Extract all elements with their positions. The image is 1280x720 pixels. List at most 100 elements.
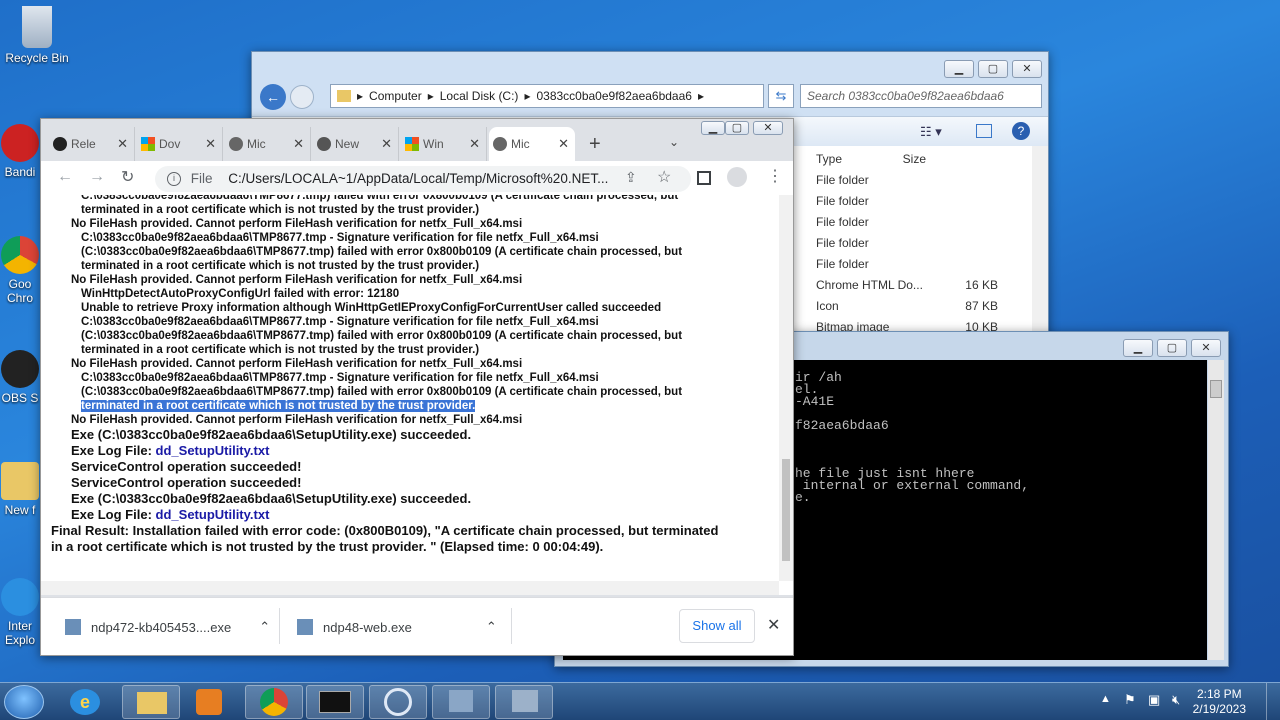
maximize-button[interactable]: ▢	[725, 121, 749, 135]
scrollbar[interactable]	[1032, 146, 1048, 340]
tab-windows[interactable]: Win ✕	[401, 127, 487, 161]
tab-search-icon[interactable]: ⌄	[669, 135, 679, 149]
type-column-header[interactable]: Type	[816, 152, 842, 166]
bandicam-desktop-icon[interactable]: Bandi	[0, 124, 40, 179]
minimize-button[interactable]: ▁	[1123, 339, 1153, 357]
minimize-button[interactable]: ▁	[701, 121, 725, 135]
list-item[interactable]: File folder	[816, 173, 1026, 187]
list-item[interactable]: File folder	[816, 257, 1026, 271]
log-line: (C:\0383cc0ba0e9f82aea6bdaa6\TMP8677.tmp…	[81, 386, 683, 398]
close-tab-icon[interactable]: ✕	[381, 136, 392, 152]
profile-avatar-icon[interactable]	[727, 167, 747, 187]
close-button[interactable]: ✕	[1012, 60, 1042, 78]
menu-icon[interactable]: ⋮	[767, 166, 783, 186]
close-tab-icon[interactable]: ✕	[293, 136, 304, 152]
scrollbar-thumb[interactable]	[1210, 380, 1222, 398]
close-button[interactable]: ✕	[753, 121, 783, 135]
tab-microsoft-active[interactable]: Mic ✕	[489, 127, 575, 161]
list-item[interactable]: File folder	[816, 215, 1026, 229]
log-line: No FileHash provided. Cannot perform Fil…	[71, 358, 523, 370]
ie-desktop-icon[interactable]: Inter Explo	[0, 578, 40, 647]
cmd-taskbar-button[interactable]	[306, 685, 364, 719]
list-item[interactable]: Chrome HTML Do... 16 KB	[816, 278, 1026, 292]
flag-icon[interactable]: ⚑	[1124, 692, 1136, 708]
list-item[interactable]: File folder	[816, 236, 1026, 250]
network-app-taskbar-button[interactable]	[432, 685, 490, 719]
explorer-taskbar-button[interactable]	[122, 685, 180, 719]
size-column-header[interactable]: Size	[903, 152, 926, 166]
side-panel-icon[interactable]	[697, 171, 711, 185]
back-icon[interactable]: ←	[57, 168, 73, 186]
address-bar[interactable]: ▸ Computer ▸ Local Disk (C:) ▸ 0383cc0ba…	[330, 84, 764, 108]
vertical-scrollbar[interactable]	[779, 195, 793, 581]
volume-muted-icon[interactable]: 🔇︎	[1172, 692, 1180, 708]
download-item[interactable]: ndp472-kb405453....exe ⌃	[65, 612, 270, 642]
show-desktop-button[interactable]	[1266, 683, 1280, 720]
close-tab-icon[interactable]: ✕	[205, 136, 216, 152]
chevron-up-icon[interactable]: ⌃	[486, 619, 497, 635]
tab-releases[interactable]: Rele ✕	[49, 127, 135, 161]
terminal-icon	[319, 691, 351, 713]
maximize-button[interactable]: ▢	[978, 60, 1008, 78]
close-tab-icon[interactable]: ✕	[469, 136, 480, 152]
exe-log-link[interactable]: dd_SetupUtility.txt	[156, 443, 270, 458]
show-all-button[interactable]: Show all	[679, 609, 755, 643]
download-filename: ndp472-kb405453....exe	[91, 619, 232, 635]
close-icon[interactable]: ✕	[767, 615, 780, 635]
selected-text[interactable]: terminated in a root certificate which i…	[81, 400, 476, 412]
ie-logo-icon	[1, 578, 39, 616]
reload-icon[interactable]: ↻	[121, 167, 134, 187]
installer-icon	[65, 619, 81, 635]
chevron-up-icon[interactable]: ⌃	[259, 619, 270, 635]
forward-button[interactable]	[290, 85, 314, 109]
new-folder-desktop-icon[interactable]: New f	[0, 462, 40, 517]
horizontal-scrollbar[interactable]	[41, 581, 779, 595]
forward-icon[interactable]: →	[89, 168, 105, 186]
search-input[interactable]: Search 0383cc0ba0e9f82aea6bdaa6	[800, 84, 1042, 108]
row-size: 87 KB	[965, 299, 998, 313]
recycle-bin-icon[interactable]: Recycle Bin	[0, 6, 74, 65]
chrome-desktop-icon[interactable]: Goo Chro	[0, 236, 40, 305]
start-button[interactable]	[4, 685, 44, 719]
new-tab-icon[interactable]: +	[589, 133, 601, 156]
back-button[interactable]: ←	[260, 84, 286, 110]
log-line: Unable to retrieve Proxy information alt…	[81, 302, 662, 314]
address-bar[interactable]: i File C:/Users/LOCALA~1/AppData/Local/T…	[155, 166, 691, 192]
chrome-taskbar-button[interactable]	[245, 685, 303, 719]
circle-app-taskbar-button[interactable]	[369, 685, 427, 719]
network-tray-icon[interactable]: ▣	[1148, 692, 1160, 708]
breadcrumb-local-disk[interactable]: Local Disk (C:)	[440, 89, 519, 103]
ie-taskbar-icon[interactable]: e	[70, 689, 100, 715]
download-item[interactable]: ndp48-web.exe ⌃	[297, 612, 497, 642]
show-hidden-icons-icon[interactable]: ▲	[1100, 693, 1111, 705]
bookmark-star-icon[interactable]: ☆	[657, 167, 671, 187]
breadcrumb-folder[interactable]: 0383cc0ba0e9f82aea6bdaa6	[536, 89, 691, 103]
list-item[interactable]: File folder	[816, 194, 1026, 208]
preview-pane-icon[interactable]	[976, 124, 992, 138]
refresh-button[interactable]: ⇆	[768, 84, 794, 108]
scrollbar-thumb[interactable]	[782, 459, 790, 561]
minimize-button[interactable]: ▁	[944, 60, 974, 78]
tab-microsoft[interactable]: Mic ✕	[225, 127, 311, 161]
help-icon[interactable]: ?	[1012, 122, 1030, 140]
clock[interactable]: 2:18 PM 2/19/2023	[1193, 687, 1246, 717]
share-icon[interactable]: ⇪	[625, 169, 637, 186]
media-taskbar-icon[interactable]	[196, 689, 222, 715]
close-tab-icon[interactable]: ✕	[558, 136, 569, 152]
scrollbar[interactable]	[1208, 360, 1224, 660]
list-item[interactable]: Icon 87 KB	[816, 299, 1026, 313]
bandicam-icon	[1, 124, 39, 162]
remote-app-taskbar-button[interactable]	[495, 685, 553, 719]
obs-desktop-icon[interactable]: OBS S	[0, 350, 40, 405]
breadcrumb-computer[interactable]: Computer	[369, 89, 422, 103]
close-button[interactable]: ✕	[1191, 339, 1221, 357]
log-line: (C:\0383cc0ba0e9f82aea6bdaa6\TMP8677.tmp…	[81, 246, 683, 258]
maximize-button[interactable]: ▢	[1157, 339, 1187, 357]
tab-new[interactable]: New ✕	[313, 127, 399, 161]
view-options-icon[interactable]: ☷ ▾	[920, 124, 942, 140]
obs-logo-icon	[1, 350, 39, 388]
tab-download[interactable]: Dov ✕	[137, 127, 223, 161]
exe-log-link[interactable]: dd_SetupUtility.txt	[156, 507, 270, 522]
close-tab-icon[interactable]: ✕	[117, 136, 128, 152]
